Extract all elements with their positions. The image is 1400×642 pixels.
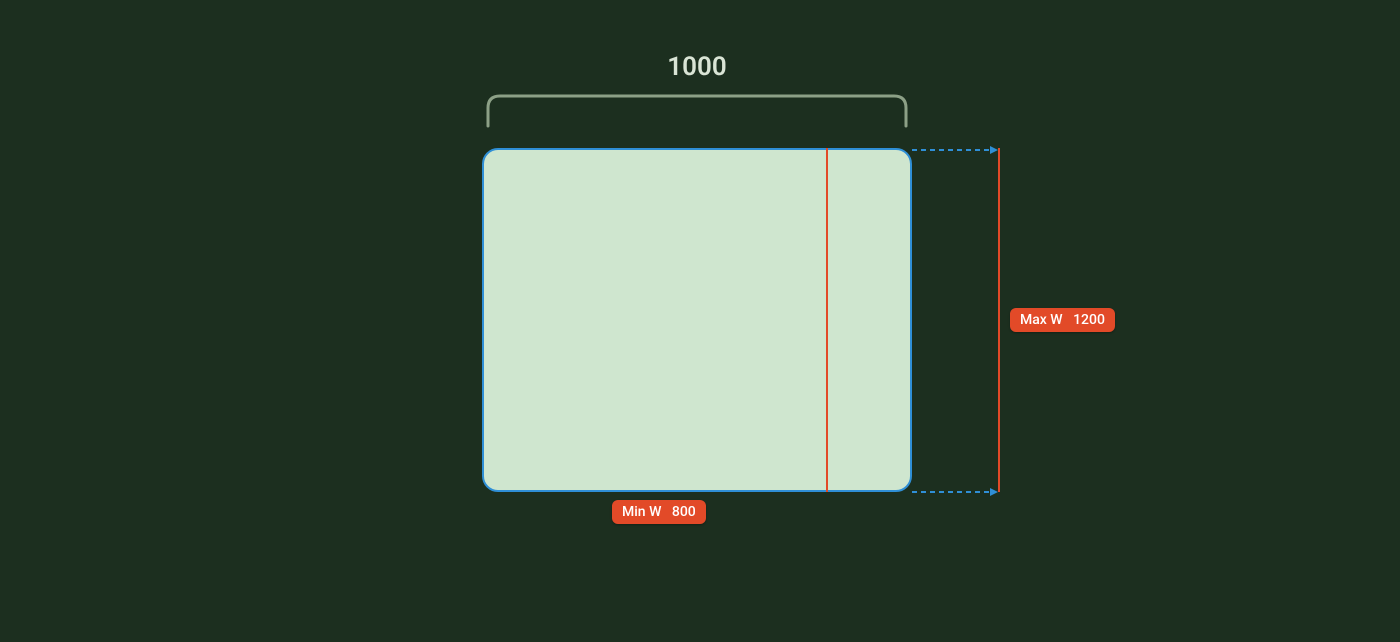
- min-width-badge-value: 800: [672, 504, 696, 520]
- extend-arrow-bottom: [912, 486, 1000, 498]
- max-width-badge-value: 1200: [1073, 312, 1105, 328]
- max-width-marker-line: [998, 148, 1000, 492]
- max-width-badge-label: Max W: [1020, 312, 1063, 328]
- max-width-badge: Max W 1200: [1010, 308, 1115, 332]
- min-width-badge: Min W 800: [612, 500, 706, 524]
- width-bracket: [482, 90, 912, 128]
- min-width-badge-label: Min W: [622, 504, 661, 520]
- measured-box: [482, 148, 912, 492]
- diagram-stage: 1000 Min W 800 Max W 1200: [0, 0, 1400, 642]
- min-width-marker-line: [826, 148, 828, 492]
- extend-arrow-top: [912, 144, 1000, 156]
- width-label: 1000: [482, 52, 912, 82]
